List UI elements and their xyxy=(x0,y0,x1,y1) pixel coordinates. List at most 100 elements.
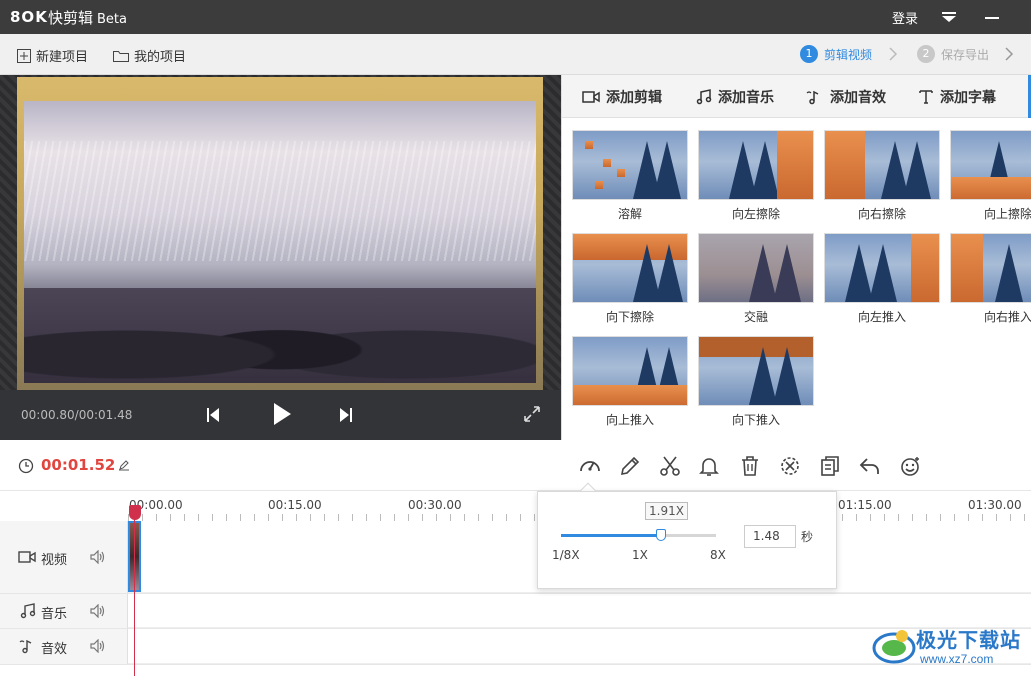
tab-label: 添加音乐 xyxy=(718,89,774,106)
speed-min-label: 1/8X xyxy=(552,548,580,562)
crop-icon[interactable] xyxy=(778,454,802,478)
track-divider xyxy=(0,593,1031,594)
track-header-video: 视频 xyxy=(0,521,128,593)
text-icon xyxy=(919,89,933,104)
watermark-title: 极光下载站 xyxy=(916,628,1021,652)
volume-icon[interactable] xyxy=(90,639,106,653)
speed-icon[interactable] xyxy=(578,454,602,478)
transition-label: 向下推入 xyxy=(731,413,780,427)
playhead-handle[interactable] xyxy=(129,505,141,520)
transition-item[interactable]: 交融 xyxy=(698,233,814,325)
menu-dropdown-icon[interactable] xyxy=(938,6,960,28)
transition-item[interactable]: 向上擦除 xyxy=(950,130,1031,222)
new-project-button[interactable]: 新建项目 xyxy=(16,46,88,65)
music-note-icon xyxy=(20,603,36,619)
track-label: 视频 xyxy=(41,553,68,568)
watermark-logo-icon xyxy=(872,630,916,664)
effects-panel: 添加剪辑 添加音乐 添加音效 添加字幕 溶解 向左擦除 向右擦除 向上擦除 向下… xyxy=(561,75,1031,440)
current-time: 00:01.52 xyxy=(41,456,116,474)
scissors-icon[interactable] xyxy=(658,454,682,478)
video-image xyxy=(24,101,536,383)
track-header-sound-effect: 音效 xyxy=(0,629,128,664)
step-save-export[interactable]: 2 保存导出 xyxy=(917,45,989,63)
timeline-ruler[interactable]: 00:00.00 00:15.00 00:30.00 01:15.00 01:3… xyxy=(0,491,1031,521)
transition-item[interactable]: 向上推入 xyxy=(572,336,688,428)
tab-label: 添加字幕 xyxy=(940,89,996,106)
app-logo: 8OK xyxy=(10,8,48,26)
chevron-right-icon xyxy=(888,47,898,65)
volume-icon[interactable] xyxy=(90,604,106,618)
sound-effect-icon xyxy=(806,90,819,104)
previous-frame-icon[interactable] xyxy=(206,406,220,428)
tick-label: 00:15.00 xyxy=(268,498,322,512)
tab-bar: 添加剪辑 添加音乐 添加音效 添加字幕 xyxy=(562,75,1031,118)
transition-item[interactable]: 向左推入 xyxy=(824,233,940,325)
transition-label: 向右推入 xyxy=(983,310,1031,324)
track-label: 音乐 xyxy=(41,607,68,622)
seconds-unit: 秒 xyxy=(801,530,814,544)
pencil-icon[interactable] xyxy=(618,454,642,478)
transition-thumbnail xyxy=(950,130,1031,200)
transition-item[interactable]: 向右推入 xyxy=(950,233,1031,325)
minimize-icon[interactable] xyxy=(981,6,1003,28)
tab-add-clip[interactable]: 添加剪辑 xyxy=(582,75,662,118)
transition-item[interactable]: 向下擦除 xyxy=(572,233,688,325)
tick-label: 01:15.00 xyxy=(838,498,892,512)
emoji-icon[interactable] xyxy=(898,454,922,478)
video-preview-panel: 00:00.80/00:01.48 xyxy=(0,75,561,440)
transition-item[interactable]: 向下推入 xyxy=(698,336,814,428)
trash-icon[interactable] xyxy=(738,454,762,478)
edit-time-icon[interactable] xyxy=(118,459,130,475)
menu-bar: 新建项目 我的项目 1 剪辑视频 2 保存导出 xyxy=(0,34,1031,75)
transition-thumbnail xyxy=(572,130,688,200)
app-edition: Beta xyxy=(97,12,127,27)
volume-icon[interactable] xyxy=(90,550,106,564)
transition-item[interactable]: 溶解 xyxy=(572,130,688,222)
step-edit-video[interactable]: 1 剪辑视频 xyxy=(800,45,872,63)
chevron-right-icon[interactable] xyxy=(1004,47,1014,65)
fullscreen-icon[interactable] xyxy=(523,405,541,427)
playhead-line xyxy=(134,505,135,676)
video-camera-icon xyxy=(582,90,600,103)
bell-icon[interactable] xyxy=(697,454,721,478)
transition-thumbnail xyxy=(698,130,814,200)
tab-add-music[interactable]: 添加音乐 xyxy=(696,75,774,118)
folder-icon xyxy=(113,50,129,62)
next-frame-icon[interactable] xyxy=(339,406,353,428)
transition-label: 向右擦除 xyxy=(857,207,906,221)
undo-icon[interactable] xyxy=(858,454,882,478)
duration-seconds-input[interactable]: 1.48 xyxy=(744,525,796,548)
edit-toolbar: 00:01.52 xyxy=(0,440,1031,491)
tab-add-sound-effect[interactable]: 添加音效 xyxy=(806,75,886,118)
speed-max-label: 8X xyxy=(710,548,726,562)
my-projects-label: 我的项目 xyxy=(134,50,187,65)
step-number: 2 xyxy=(917,45,935,63)
playback-time: 00:00.80/00:01.48 xyxy=(21,408,133,422)
play-icon[interactable] xyxy=(272,402,292,430)
transition-thumbnail xyxy=(824,233,940,303)
music-note-icon xyxy=(696,88,712,104)
login-button[interactable]: 登录 xyxy=(892,8,918,27)
step-number: 1 xyxy=(800,45,818,63)
step-label: 保存导出 xyxy=(941,47,990,62)
tab-add-subtitle[interactable]: 添加字幕 xyxy=(918,75,996,118)
transition-item[interactable]: 向左擦除 xyxy=(698,130,814,222)
transition-label: 向下擦除 xyxy=(605,310,654,324)
app-title: 快剪辑 xyxy=(48,9,94,27)
speed-slider-thumb[interactable] xyxy=(656,529,666,541)
plus-box-icon xyxy=(17,48,31,63)
transition-thumbnail xyxy=(572,233,688,303)
title-bar: 8OK 快剪辑 Beta 登录 xyxy=(0,0,1031,34)
video-frame[interactable] xyxy=(17,77,543,390)
tab-label: 添加剪辑 xyxy=(606,89,662,106)
app-name: 快剪辑 Beta xyxy=(48,7,127,28)
transition-thumbnail xyxy=(824,130,940,200)
copy-icon[interactable] xyxy=(818,454,842,478)
site-watermark: 极光下载站 www.xz7.com xyxy=(872,622,1027,670)
track-header-music: 音乐 xyxy=(0,594,128,628)
transition-label: 溶解 xyxy=(617,207,642,221)
my-projects-button[interactable]: 我的项目 xyxy=(112,46,186,65)
transition-item[interactable]: 向右擦除 xyxy=(824,130,940,222)
tick-label: 01:30.00 xyxy=(968,498,1022,512)
watermark-url: www.xz7.com xyxy=(920,652,994,666)
